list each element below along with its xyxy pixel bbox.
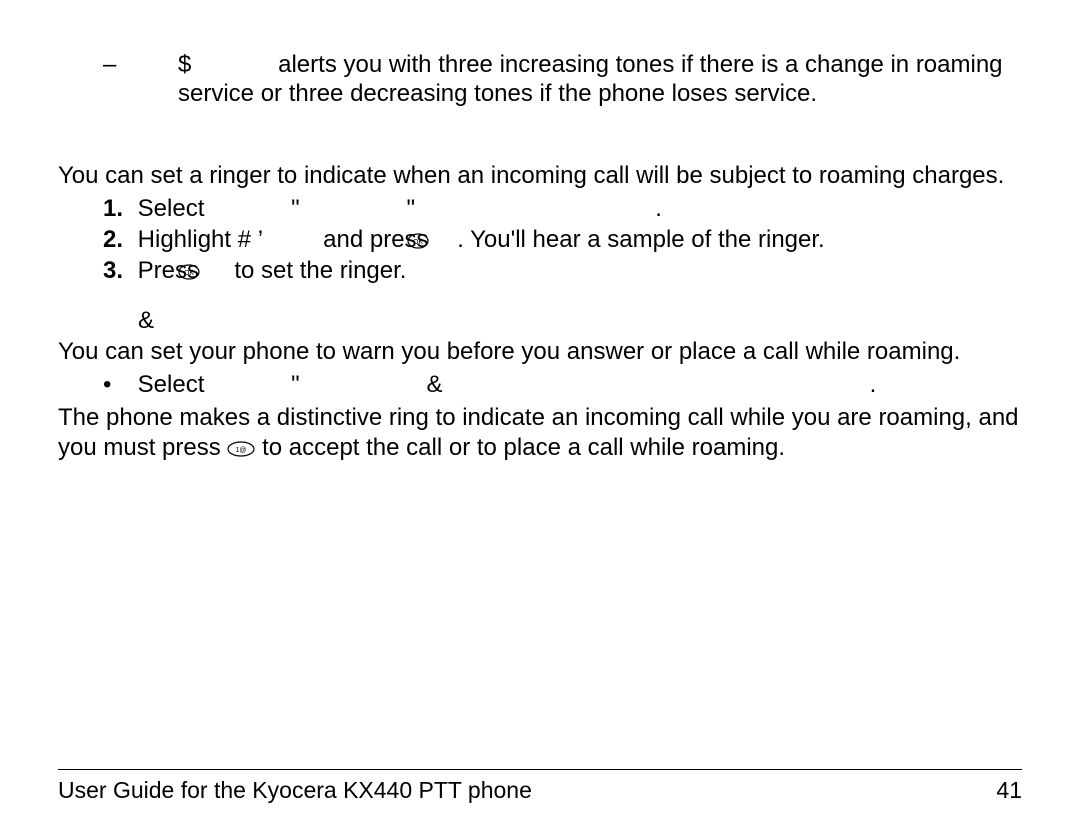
step-2: Highlight # ’aaaa and press OK. You'll h… [103,225,1022,254]
footer-rule [58,769,1022,770]
page: –$aaaaaa alerts you with three increasin… [0,0,1080,834]
warn-bullet-end: . [870,371,877,398]
svg-text:OK: OK [184,270,194,277]
svg-text:1@: 1@ [236,447,247,454]
call-guard-heading: & [138,306,1022,335]
page-number: 41 [996,776,1022,804]
svg-text:OK: OK [413,239,423,246]
warn-bullet-a: Select [138,371,211,398]
step-1-text: Select [138,195,211,222]
warn-bullet-amp: & [426,371,442,398]
page-footer: User Guide for the Kyocera KX440 PTT pho… [58,769,1022,804]
option-text: alerts you with three increasing tones i… [178,51,1003,107]
option-lead-symbol: $ [178,51,191,78]
warn-bullet-quote: " [291,371,300,398]
step-1-quote1: " [291,195,300,222]
dash-marker: – [103,50,178,79]
warn-after-b: to accept the call or to place a call wh… [255,434,785,461]
step-1: Select aaaaaa"aaaaaaaa"aaaaaaaaaaaaaaaaa… [103,194,1022,223]
heading-symbol: & [138,307,154,334]
roam-tone-option: –$aaaaaa alerts you with three increasin… [103,50,1022,109]
ok-icon: OK [206,258,228,274]
warn-bullet-list: Select aaaaaa"aaaaaaaaa &aaaaaaaaaaaaaaa… [58,370,1022,399]
warn-intro: You can set your phone to warn you befor… [58,337,1022,366]
ringer-intro: You can set a ringer to indicate when an… [58,161,1022,190]
footer-title: User Guide for the Kyocera KX440 PTT pho… [58,776,532,804]
step-1-quote2: " [406,195,415,222]
warn-after: The phone makes a distinctive ring to in… [58,403,1022,462]
warn-bullet: Select aaaaaa"aaaaaaaaa &aaaaaaaaaaaaaaa… [103,370,1022,399]
step-3-text-b: to set the ringer. [228,257,407,284]
ok-icon: OK [435,227,457,243]
step-2-text-a: Highlight # ’ [138,226,263,253]
step-3: Press OK to set the ringer. [103,256,1022,285]
step-2-text-c: . You'll hear a sample of the ringer. [457,226,825,253]
ringer-steps: Select aaaaaa"aaaaaaaa"aaaaaaaaaaaaaaaaa… [58,194,1022,286]
step-1-end: . [655,195,662,222]
key-1-icon: 1@ [227,435,255,451]
